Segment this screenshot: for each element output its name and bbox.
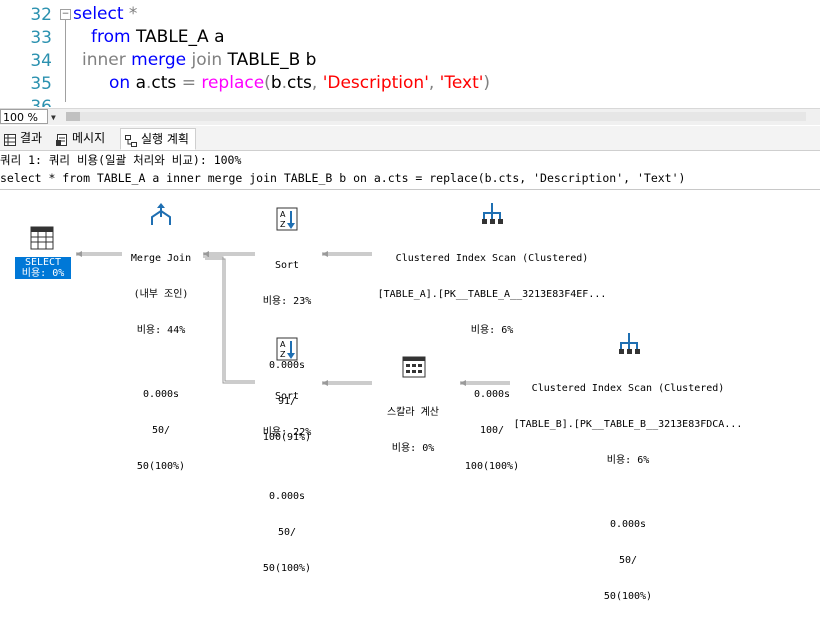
tab-results[interactable]: 결과 bbox=[0, 128, 48, 148]
keyword: on bbox=[109, 73, 131, 93]
code-text: b bbox=[270, 73, 282, 93]
chevron-down-icon[interactable]: ▼ bbox=[51, 113, 56, 122]
grid-icon bbox=[4, 132, 16, 146]
keyword: join bbox=[191, 50, 223, 70]
clustered-index-scan-icon[interactable] bbox=[480, 201, 504, 229]
zoom-select[interactable]: 100 % bbox=[0, 109, 48, 124]
node-row-pct: 50(100%) bbox=[136, 461, 186, 472]
node-time: 0.000s bbox=[609, 519, 647, 530]
line-number: 35 bbox=[30, 74, 52, 94]
compute-scalar-icon[interactable] bbox=[402, 356, 426, 382]
node-name: Sort bbox=[274, 260, 300, 271]
node-time: 0.000s bbox=[142, 389, 180, 400]
code-editor[interactable]: 32 33 34 35 36 − select * from TABLE_A a… bbox=[0, 0, 820, 108]
sort-node-bottom[interactable]: Sort 비용: 22% 0.000s 50/ 50(100%) bbox=[247, 367, 327, 599]
keyword: select bbox=[73, 4, 124, 24]
code-text: cts bbox=[151, 73, 182, 93]
svg-text:Z: Z bbox=[280, 350, 286, 359]
tab-label: 실행 계획 bbox=[141, 132, 189, 146]
line-number: 34 bbox=[30, 51, 52, 71]
tab-execution-plan[interactable]: 실행 계획 bbox=[120, 128, 196, 150]
tab-messages[interactable]: 메시지 bbox=[52, 128, 111, 148]
tab-label: 결과 bbox=[20, 131, 43, 145]
tab-label: 메시지 bbox=[72, 131, 106, 145]
node-object: [TABLE_A].[PK__TABLE_A__3213E83F4EF... bbox=[377, 289, 607, 300]
node-object: [TABLE_B].[PK__TABLE_B__3213E83FDCA... bbox=[513, 419, 743, 430]
node-rows: 50/ bbox=[277, 527, 297, 538]
keyword: merge bbox=[131, 50, 187, 70]
code-text: ( bbox=[264, 73, 271, 93]
select-icon[interactable] bbox=[30, 226, 54, 254]
code-text: a bbox=[130, 73, 147, 93]
node-cost: 비용: 0% bbox=[21, 268, 65, 279]
execution-plan-icon bbox=[125, 133, 137, 147]
node-cost: 비용: 23% bbox=[262, 296, 312, 307]
message-icon bbox=[56, 132, 68, 146]
code-line[interactable]: from TABLE_A a bbox=[91, 27, 225, 47]
keyword: inner bbox=[82, 50, 126, 70]
node-row-pct: 50(100%) bbox=[262, 563, 312, 574]
clustered-index-scan-b-node[interactable]: Clustered Index Scan (Clustered) [TABLE_… bbox=[508, 359, 748, 627]
node-cost: 비용: 0% bbox=[391, 443, 435, 454]
node-rows: 50/ bbox=[151, 425, 171, 436]
code-text: replace bbox=[195, 73, 265, 93]
compute-scalar-node[interactable]: 스칼라 계산 비용: 0% bbox=[372, 383, 454, 479]
sort-icon[interactable]: AZ bbox=[276, 337, 298, 365]
node-subtitle: (내부 조인) bbox=[133, 289, 189, 300]
node-cost: 비용: 44% bbox=[136, 325, 186, 336]
line-number: 36 bbox=[30, 97, 52, 107]
code-line[interactable]: select * bbox=[73, 4, 137, 24]
keyword: from bbox=[91, 27, 131, 47]
node-rows: 50/ bbox=[618, 555, 638, 566]
code-text: 'Text' bbox=[434, 73, 484, 93]
horizontal-scrollbar[interactable] bbox=[66, 112, 806, 121]
fold-guide bbox=[65, 20, 66, 102]
code-line[interactable]: on a.cts = replace(b.cts, 'Description',… bbox=[109, 73, 490, 93]
node-name: Merge Join bbox=[130, 253, 192, 264]
merge-join-icon[interactable] bbox=[149, 203, 173, 231]
scrollbar-thumb[interactable] bbox=[66, 112, 80, 121]
code-text: ) bbox=[483, 73, 491, 93]
code-text: 'Description' bbox=[317, 73, 429, 93]
node-cost: 비용: 22% bbox=[262, 427, 312, 438]
code-text: TABLE_A a bbox=[130, 27, 225, 47]
line-number: 33 bbox=[30, 28, 52, 48]
results-tab-bar: 결과 메시지 실행 계획 bbox=[0, 126, 820, 151]
code-line[interactable]: inner merge join TABLE_B b bbox=[82, 50, 316, 70]
clustered-index-scan-icon[interactable] bbox=[617, 331, 641, 359]
code-text: * bbox=[123, 4, 138, 24]
code-text: = bbox=[181, 73, 196, 93]
svg-text:Z: Z bbox=[280, 220, 286, 229]
node-name: 스칼라 계산 bbox=[386, 407, 440, 418]
node-cost: 비용: 6% bbox=[470, 325, 514, 336]
arrow-head bbox=[76, 251, 82, 257]
sort-icon[interactable]: AZ bbox=[276, 207, 298, 235]
svg-text:A: A bbox=[280, 210, 286, 219]
collapse-icon[interactable]: − bbox=[60, 9, 71, 20]
node-name: Sort bbox=[274, 391, 300, 402]
node-time: 0.000s bbox=[268, 491, 306, 502]
execution-plan-pane: 쿼리 1: 쿼리 비용(일괄 처리와 비교): 100% select * fr… bbox=[0, 151, 820, 602]
line-number: 32 bbox=[30, 5, 52, 25]
node-name: Clustered Index Scan (Clustered) bbox=[531, 383, 725, 394]
node-row-pct: 50(100%) bbox=[603, 591, 653, 602]
svg-text:A: A bbox=[280, 340, 286, 349]
code-text: cts bbox=[287, 73, 312, 93]
node-name: Clustered Index Scan (Clustered) bbox=[395, 253, 589, 264]
node-cost: 비용: 6% bbox=[606, 455, 650, 466]
zoom-bar: 100 % ▼ bbox=[0, 108, 820, 125]
node-name: SELECT bbox=[24, 257, 62, 268]
merge-join-node[interactable]: Merge Join (내부 조인) 비용: 44% 0.000s 50/ 50… bbox=[116, 229, 206, 497]
select-node-label[interactable]: SELECT 비용: 0% bbox=[15, 257, 71, 279]
code-text: TABLE_B b bbox=[222, 50, 317, 70]
